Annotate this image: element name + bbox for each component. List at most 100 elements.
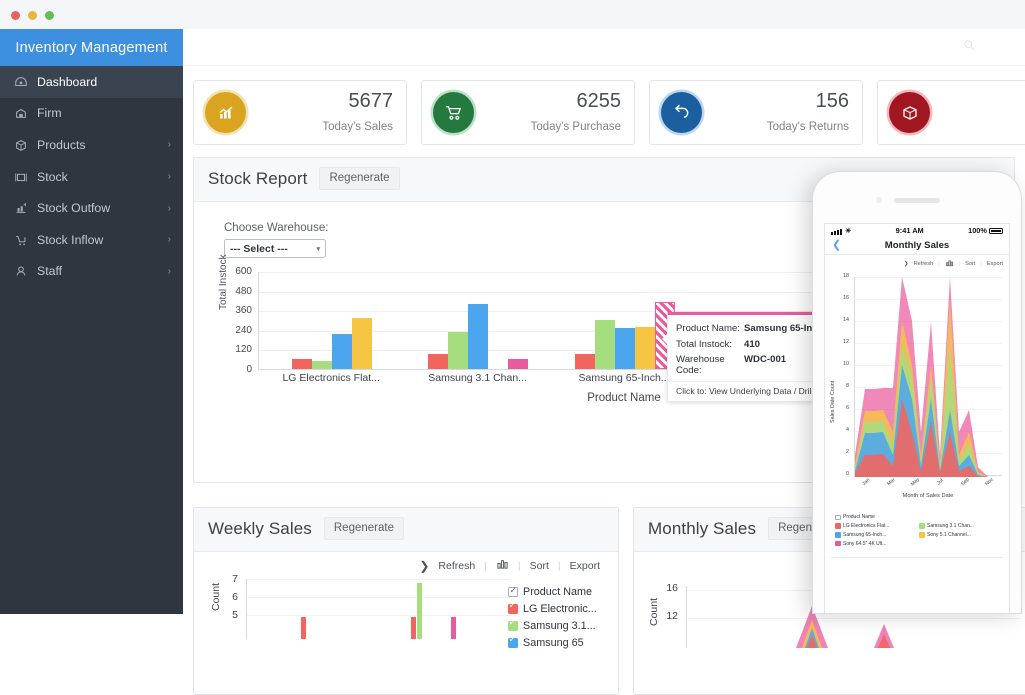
cart-icon — [433, 92, 474, 133]
bar[interactable] — [451, 617, 456, 639]
phone-chart-legend: Product Name LG Electronics Flat... Sams… — [835, 513, 1001, 548]
sidebar-item-products[interactable]: Products › — [0, 129, 183, 161]
bar[interactable] — [417, 583, 422, 639]
sort-button[interactable]: Sort — [530, 560, 549, 572]
stock-outflow-icon — [14, 201, 28, 215]
export-button[interactable]: Export — [987, 261, 1003, 267]
regenerate-button[interactable]: Regenerate — [319, 167, 399, 190]
legend-swatch[interactable] — [508, 621, 518, 631]
sort-button[interactable]: Sort — [965, 261, 975, 267]
bar-slot[interactable] — [285, 617, 323, 639]
phone-page-title: Monthly Sales — [885, 240, 950, 251]
legend-swatch[interactable] — [508, 604, 518, 614]
expand-arrow-icon[interactable]: ❯ — [419, 559, 429, 573]
legend-item[interactable]: Sony 64.5" 4K Ult... — [835, 539, 913, 548]
tooltip-key: Total Instock: — [676, 339, 744, 350]
legend-item[interactable]: Samsung 3.1... — [508, 617, 602, 634]
legend-row: LG Electronics Flat... Samsung 3.1 Chan.… — [835, 522, 1001, 531]
products-icon — [14, 138, 28, 152]
tooltip-value: WDC-001 — [744, 354, 786, 376]
weekly-sales-panel: Weekly Sales Regenerate ❯ Refresh | | So… — [193, 507, 619, 695]
x-tick: Samsung 3.1 Chan... — [404, 372, 550, 384]
bar[interactable] — [575, 354, 595, 369]
bar-group[interactable] — [259, 272, 405, 369]
bar[interactable] — [292, 359, 312, 369]
bar[interactable] — [635, 327, 655, 369]
sidebar-item-dashboard[interactable]: Dashboard — [0, 66, 183, 98]
legend-swatch[interactable] — [919, 532, 925, 538]
y-tick: 12 — [837, 339, 849, 345]
refresh-button[interactable]: Refresh — [438, 560, 475, 572]
bar-slot[interactable] — [397, 583, 435, 639]
stat-card-todays-returns[interactable]: 156 Today's Returns — [649, 80, 863, 145]
legend-header-row[interactable]: Product Name — [835, 513, 913, 522]
stat-card-total-products[interactable]: To — [877, 80, 1025, 145]
bar[interactable] — [428, 354, 448, 370]
weekly-sales-header: Weekly Sales Regenerate — [194, 508, 618, 552]
export-button[interactable]: Export — [570, 560, 600, 572]
bar[interactable] — [301, 617, 306, 639]
chevron-right-icon: › — [168, 139, 171, 150]
sidebar-item-firm[interactable]: Firm — [0, 98, 183, 130]
stat-card-todays-sales[interactable]: 5677 Today's Sales — [193, 80, 407, 145]
expand-arrow-icon[interactable]: ❯ — [904, 261, 909, 267]
legend-checkbox-icon[interactable] — [835, 515, 841, 521]
legend-swatch[interactable] — [919, 523, 925, 529]
minimize-window-button[interactable] — [28, 11, 37, 20]
bar[interactable] — [595, 320, 615, 369]
bar-group[interactable] — [405, 272, 551, 369]
bar[interactable] — [411, 617, 416, 639]
legend-item[interactable]: Samsung 3.1 Chan... — [919, 522, 997, 531]
search-icon[interactable] — [963, 38, 975, 50]
bar-slot[interactable] — [435, 617, 473, 639]
y-tick: 480 — [224, 286, 252, 297]
signal-icon: ☀ — [831, 227, 851, 235]
chevron-right-icon: › — [168, 171, 171, 182]
legend-swatch[interactable] — [835, 523, 841, 529]
chevron-left-icon[interactable]: ❮ — [832, 240, 841, 251]
refresh-button[interactable]: Refresh — [914, 261, 934, 267]
stat-cards: 5677 Today's Sales 6255 Today's Purchase… — [193, 74, 1025, 145]
legend-header-row[interactable]: Product Name — [508, 583, 602, 600]
maximize-window-button[interactable] — [45, 11, 54, 20]
bar[interactable] — [312, 361, 332, 369]
toolbar-divider: | — [558, 560, 561, 572]
legend-row: Product Name — [835, 513, 1001, 522]
legend-label: Samsung 65 — [523, 637, 584, 649]
bar[interactable] — [615, 328, 635, 369]
legend-label: Samsung 3.1... — [523, 620, 596, 632]
page-title: Stock Report — [208, 169, 307, 189]
legend-swatch[interactable] — [835, 541, 841, 547]
close-window-button[interactable] — [11, 11, 20, 20]
toolbar-divider: | — [938, 261, 939, 267]
stat-card-todays-purchase[interactable]: 6255 Today's Purchase — [421, 80, 635, 145]
regenerate-button[interactable]: Regenerate — [324, 517, 404, 540]
legend-swatch[interactable] — [835, 532, 841, 538]
chart-icon[interactable] — [496, 558, 509, 573]
chevron-right-icon: › — [168, 203, 171, 214]
legend-item[interactable]: LG Electronic... — [508, 600, 602, 617]
legend-item[interactable]: Samsung 65 — [508, 634, 602, 651]
y-tick: 18 — [837, 273, 849, 279]
bar[interactable] — [332, 334, 352, 369]
bar[interactable] — [448, 332, 468, 370]
sidebar-item-label: Stock Outfow — [37, 201, 159, 215]
legend-item[interactable]: Sony 5.1 Channel... — [919, 531, 997, 540]
sidebar-item-stock[interactable]: Stock › — [0, 161, 183, 193]
legend-label: LG Electronics Flat... — [843, 523, 889, 529]
legend-row: Sony 64.5" 4K Ult... — [835, 539, 1001, 548]
sidebar-item-label: Dashboard — [37, 75, 162, 89]
legend-item[interactable]: LG Electronics Flat... — [835, 522, 913, 531]
legend-checkbox-icon[interactable] — [508, 587, 518, 597]
phone-chart-plot-area — [854, 277, 1002, 477]
legend-swatch[interactable] — [508, 638, 518, 648]
bar[interactable] — [468, 304, 488, 369]
warehouse-select[interactable]: --- Select --- ▾ — [224, 239, 326, 258]
sidebar-item-stock-inflow[interactable]: Stock Inflow › — [0, 224, 183, 256]
sidebar-item-staff[interactable]: Staff › — [0, 256, 183, 288]
chart-icon[interactable] — [945, 259, 954, 269]
legend-item[interactable]: Samsung 65-Inch... — [835, 531, 913, 540]
sidebar-item-stock-outflow[interactable]: Stock Outfow › — [0, 192, 183, 224]
bar[interactable] — [352, 318, 372, 369]
bar[interactable] — [508, 359, 528, 369]
